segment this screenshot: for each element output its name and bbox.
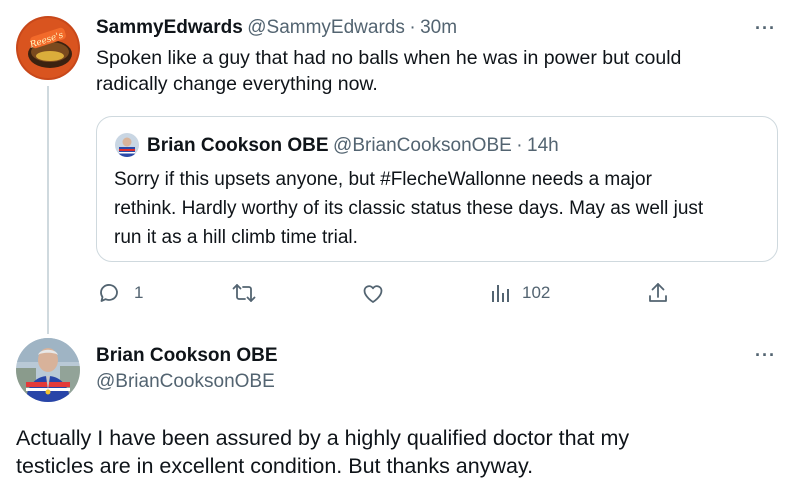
- thread-connector-line: [47, 86, 49, 334]
- reply-text-line: Spoken like a guy that had no balls when…: [96, 47, 682, 69]
- views-action[interactable]: 102: [490, 282, 550, 304]
- share-icon[interactable]: [647, 281, 669, 305]
- quote-author-handle[interactable]: @BrianCooksonOBE: [333, 135, 512, 156]
- more-options-button[interactable]: ···: [755, 18, 776, 39]
- reply-text: Spoken like a guy that had no balls when…: [96, 45, 776, 97]
- heart-icon[interactable]: [361, 282, 385, 304]
- quoted-tweet-card[interactable]: Brian Cookson OBE @BrianCooksonOBE · 14h…: [96, 116, 778, 262]
- timestamp[interactable]: 30m: [420, 17, 457, 38]
- quote-timestamp[interactable]: 14h: [527, 135, 559, 156]
- main-text-line: testicles are in excellent condition. Bu…: [16, 454, 534, 478]
- retweet-action[interactable]: [231, 281, 257, 305]
- quote-avatar[interactable]: [115, 133, 139, 157]
- quote-text: Sorry if this upsets anyone, but #Fleche…: [114, 165, 774, 252]
- reply-count: 1: [134, 283, 144, 302]
- retweet-icon[interactable]: [231, 281, 257, 305]
- reply-header: SammyEdwards @SammyEdwards · 30m: [96, 17, 457, 39]
- quote-author-name[interactable]: Brian Cookson OBE: [147, 135, 329, 156]
- reply-icon[interactable]: [97, 281, 121, 305]
- main-author-handle[interactable]: @BrianCooksonOBE: [96, 371, 275, 393]
- main-text-line: Actually I have been assured by a highly…: [16, 426, 630, 450]
- quote-text-line: rethink. Hardly worthy of its classic st…: [114, 198, 704, 219]
- main-more-options-button[interactable]: ···: [755, 345, 776, 366]
- dot-separator: ·: [409, 17, 416, 38]
- quote-text-line: run it as a hill climb time trial.: [114, 227, 358, 248]
- quote-dot-separator: ·: [516, 135, 523, 156]
- views-icon[interactable]: [490, 282, 512, 304]
- main-author-name[interactable]: Brian Cookson OBE: [96, 345, 278, 367]
- reply-action[interactable]: 1: [97, 281, 143, 305]
- quote-text-line: Sorry if this upsets anyone, but #Fleche…: [114, 169, 652, 190]
- author-handle[interactable]: @SammyEdwards: [247, 17, 405, 38]
- main-tweet-text: Actually I have been assured by a highly…: [16, 424, 786, 480]
- quote-header: Brian Cookson OBE @BrianCooksonOBE · 14h: [147, 135, 559, 157]
- author-name[interactable]: SammyEdwards: [96, 17, 243, 38]
- share-action[interactable]: [647, 281, 669, 305]
- reply-text-line: radically change everything now.: [96, 73, 378, 95]
- avatar-sammyedwards[interactable]: Reese's: [16, 16, 80, 80]
- avatar-briancookson[interactable]: [16, 338, 80, 402]
- views-count: 102: [522, 283, 551, 302]
- like-action[interactable]: [361, 282, 385, 304]
